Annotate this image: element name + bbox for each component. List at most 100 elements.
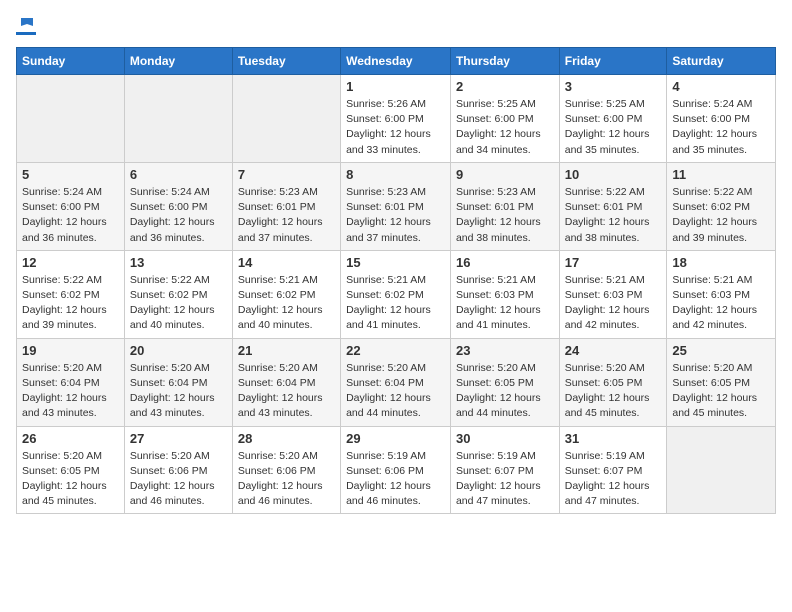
day-number: 5: [22, 167, 119, 182]
day-number: 20: [130, 343, 227, 358]
calendar-cell: 11Sunrise: 5:22 AM Sunset: 6:02 PM Dayli…: [667, 162, 776, 250]
day-info: Sunrise: 5:22 AM Sunset: 6:02 PM Dayligh…: [130, 273, 227, 334]
day-info: Sunrise: 5:25 AM Sunset: 6:00 PM Dayligh…: [456, 97, 554, 158]
day-number: 7: [238, 167, 335, 182]
calendar-cell: 22 Sunrise: 5:20 AM Sunset: 6:04 PM Dayli…: [341, 338, 451, 426]
day-number: 4: [672, 79, 770, 94]
calendar-table: SundayMondayTuesdayWednesdayThursdayFrid…: [16, 47, 776, 514]
calendar-cell: 8 Sunrise: 5:23 AM Sunset: 6:01 PM Daylig…: [341, 162, 451, 250]
weekday-header: Tuesday: [232, 48, 340, 75]
calendar-cell: 17 Sunrise: 5:21 AM Sunset: 6:03 PM Dayli…: [559, 250, 667, 338]
weekday-header: Thursday: [450, 48, 559, 75]
calendar-week-row: 12 Sunrise: 5:22 AM Sunset: 6:02 PM Dayli…: [17, 250, 776, 338]
calendar-cell: 16Sunrise: 5:21 AM Sunset: 6:03 PM Dayli…: [450, 250, 559, 338]
calendar-week-row: 5 Sunrise: 5:24 AM Sunset: 6:00 PM Daylig…: [17, 162, 776, 250]
calendar-cell: 9 Sunrise: 5:23 AM Sunset: 6:01 PM Daylig…: [450, 162, 559, 250]
day-info: Sunrise: 5:23 AM Sunset: 6:01 PM Dayligh…: [346, 185, 445, 246]
day-info: Sunrise: 5:21 AM Sunset: 6:03 PM Dayligh…: [565, 273, 662, 334]
day-info: Sunrise: 5:20 AM Sunset: 6:04 PM Dayligh…: [130, 361, 227, 422]
day-number: 17: [565, 255, 662, 270]
day-number: 12: [22, 255, 119, 270]
calendar-week-row: 26 Sunrise: 5:20 AM Sunset: 6:05 PM Dayli…: [17, 426, 776, 514]
day-info: Sunrise: 5:24 AM Sunset: 6:00 PM Dayligh…: [130, 185, 227, 246]
day-info: Sunrise: 5:20 AM Sunset: 6:05 PM Dayligh…: [565, 361, 662, 422]
day-info: Sunrise: 5:22 AM Sunset: 6:01 PM Dayligh…: [565, 185, 662, 246]
day-info: Sunrise: 5:19 AM Sunset: 6:07 PM Dayligh…: [456, 449, 554, 510]
logo-underline: [16, 32, 36, 35]
weekday-header: Friday: [559, 48, 667, 75]
day-info: Sunrise: 5:19 AM Sunset: 6:07 PM Dayligh…: [565, 449, 662, 510]
day-number: 6: [130, 167, 227, 182]
day-info: Sunrise: 5:24 AM Sunset: 6:00 PM Dayligh…: [22, 185, 119, 246]
calendar-cell: [124, 75, 232, 163]
day-number: 19: [22, 343, 119, 358]
day-number: 31: [565, 431, 662, 446]
day-number: 3: [565, 79, 662, 94]
day-info: Sunrise: 5:24 AM Sunset: 6:00 PM Dayligh…: [672, 97, 770, 158]
day-info: Sunrise: 5:22 AM Sunset: 6:02 PM Dayligh…: [672, 185, 770, 246]
calendar-cell: 19 Sunrise: 5:20 AM Sunset: 6:04 PM Dayli…: [17, 338, 125, 426]
calendar-cell: 14 Sunrise: 5:21 AM Sunset: 6:02 PM Dayli…: [232, 250, 340, 338]
calendar-cell: 31 Sunrise: 5:19 AM Sunset: 6:07 PM Dayli…: [559, 426, 667, 514]
calendar-cell: [17, 75, 125, 163]
weekday-header-row: SundayMondayTuesdayWednesdayThursdayFrid…: [17, 48, 776, 75]
day-info: Sunrise: 5:20 AM Sunset: 6:05 PM Dayligh…: [22, 449, 119, 510]
calendar-cell: 21 Sunrise: 5:20 AM Sunset: 6:04 PM Dayli…: [232, 338, 340, 426]
weekday-header: Saturday: [667, 48, 776, 75]
day-info: Sunrise: 5:21 AM Sunset: 6:02 PM Dayligh…: [238, 273, 335, 334]
day-number: 10: [565, 167, 662, 182]
calendar-cell: 4 Sunrise: 5:24 AM Sunset: 6:00 PM Daylig…: [667, 75, 776, 163]
day-info: Sunrise: 5:19 AM Sunset: 6:06 PM Dayligh…: [346, 449, 445, 510]
day-number: 21: [238, 343, 335, 358]
day-number: 15: [346, 255, 445, 270]
day-number: 2: [456, 79, 554, 94]
calendar-cell: 29Sunrise: 5:19 AM Sunset: 6:06 PM Dayli…: [341, 426, 451, 514]
page-header: [16, 16, 776, 35]
calendar-cell: 26 Sunrise: 5:20 AM Sunset: 6:05 PM Dayli…: [17, 426, 125, 514]
day-info: Sunrise: 5:23 AM Sunset: 6:01 PM Dayligh…: [456, 185, 554, 246]
day-number: 27: [130, 431, 227, 446]
day-info: Sunrise: 5:26 AM Sunset: 6:00 PM Dayligh…: [346, 97, 445, 158]
day-number: 8: [346, 167, 445, 182]
day-number: 18: [672, 255, 770, 270]
weekday-header: Wednesday: [341, 48, 451, 75]
day-info: Sunrise: 5:25 AM Sunset: 6:00 PM Dayligh…: [565, 97, 662, 158]
calendar-cell: [232, 75, 340, 163]
calendar-cell: 20 Sunrise: 5:20 AM Sunset: 6:04 PM Dayli…: [124, 338, 232, 426]
calendar-cell: 28Sunrise: 5:20 AM Sunset: 6:06 PM Dayli…: [232, 426, 340, 514]
weekday-header: Monday: [124, 48, 232, 75]
calendar-cell: 25 Sunrise: 5:20 AM Sunset: 6:05 PM Dayli…: [667, 338, 776, 426]
day-number: 23: [456, 343, 554, 358]
day-info: Sunrise: 5:20 AM Sunset: 6:05 PM Dayligh…: [456, 361, 554, 422]
calendar-cell: 23 Sunrise: 5:20 AM Sunset: 6:05 PM Dayli…: [450, 338, 559, 426]
day-info: Sunrise: 5:20 AM Sunset: 6:04 PM Dayligh…: [22, 361, 119, 422]
day-info: Sunrise: 5:21 AM Sunset: 6:03 PM Dayligh…: [456, 273, 554, 334]
day-info: Sunrise: 5:23 AM Sunset: 6:01 PM Dayligh…: [238, 185, 335, 246]
calendar-cell: 15Sunrise: 5:21 AM Sunset: 6:02 PM Dayli…: [341, 250, 451, 338]
day-number: 14: [238, 255, 335, 270]
calendar-cell: 12 Sunrise: 5:22 AM Sunset: 6:02 PM Dayli…: [17, 250, 125, 338]
day-number: 26: [22, 431, 119, 446]
day-info: Sunrise: 5:22 AM Sunset: 6:02 PM Dayligh…: [22, 273, 119, 334]
day-number: 25: [672, 343, 770, 358]
calendar-cell: 7 Sunrise: 5:23 AM Sunset: 6:01 PM Daylig…: [232, 162, 340, 250]
logo: [16, 16, 36, 35]
calendar-cell: 10 Sunrise: 5:22 AM Sunset: 6:01 PM Dayli…: [559, 162, 667, 250]
calendar-week-row: 1 Sunrise: 5:26 AM Sunset: 6:00 PM Daylig…: [17, 75, 776, 163]
day-info: Sunrise: 5:20 AM Sunset: 6:05 PM Dayligh…: [672, 361, 770, 422]
day-info: Sunrise: 5:20 AM Sunset: 6:06 PM Dayligh…: [238, 449, 335, 510]
day-info: Sunrise: 5:20 AM Sunset: 6:04 PM Dayligh…: [238, 361, 335, 422]
day-number: 9: [456, 167, 554, 182]
calendar-cell: 5 Sunrise: 5:24 AM Sunset: 6:00 PM Daylig…: [17, 162, 125, 250]
day-number: 30: [456, 431, 554, 446]
calendar-cell: 27Sunrise: 5:20 AM Sunset: 6:06 PM Dayli…: [124, 426, 232, 514]
calendar-cell: 13Sunrise: 5:22 AM Sunset: 6:02 PM Dayli…: [124, 250, 232, 338]
calendar-cell: [667, 426, 776, 514]
day-number: 1: [346, 79, 445, 94]
day-number: 22: [346, 343, 445, 358]
day-info: Sunrise: 5:20 AM Sunset: 6:04 PM Dayligh…: [346, 361, 445, 422]
calendar-cell: 18Sunrise: 5:21 AM Sunset: 6:03 PM Dayli…: [667, 250, 776, 338]
calendar-cell: 3 Sunrise: 5:25 AM Sunset: 6:00 PM Daylig…: [559, 75, 667, 163]
calendar-cell: 1 Sunrise: 5:26 AM Sunset: 6:00 PM Daylig…: [341, 75, 451, 163]
day-number: 24: [565, 343, 662, 358]
